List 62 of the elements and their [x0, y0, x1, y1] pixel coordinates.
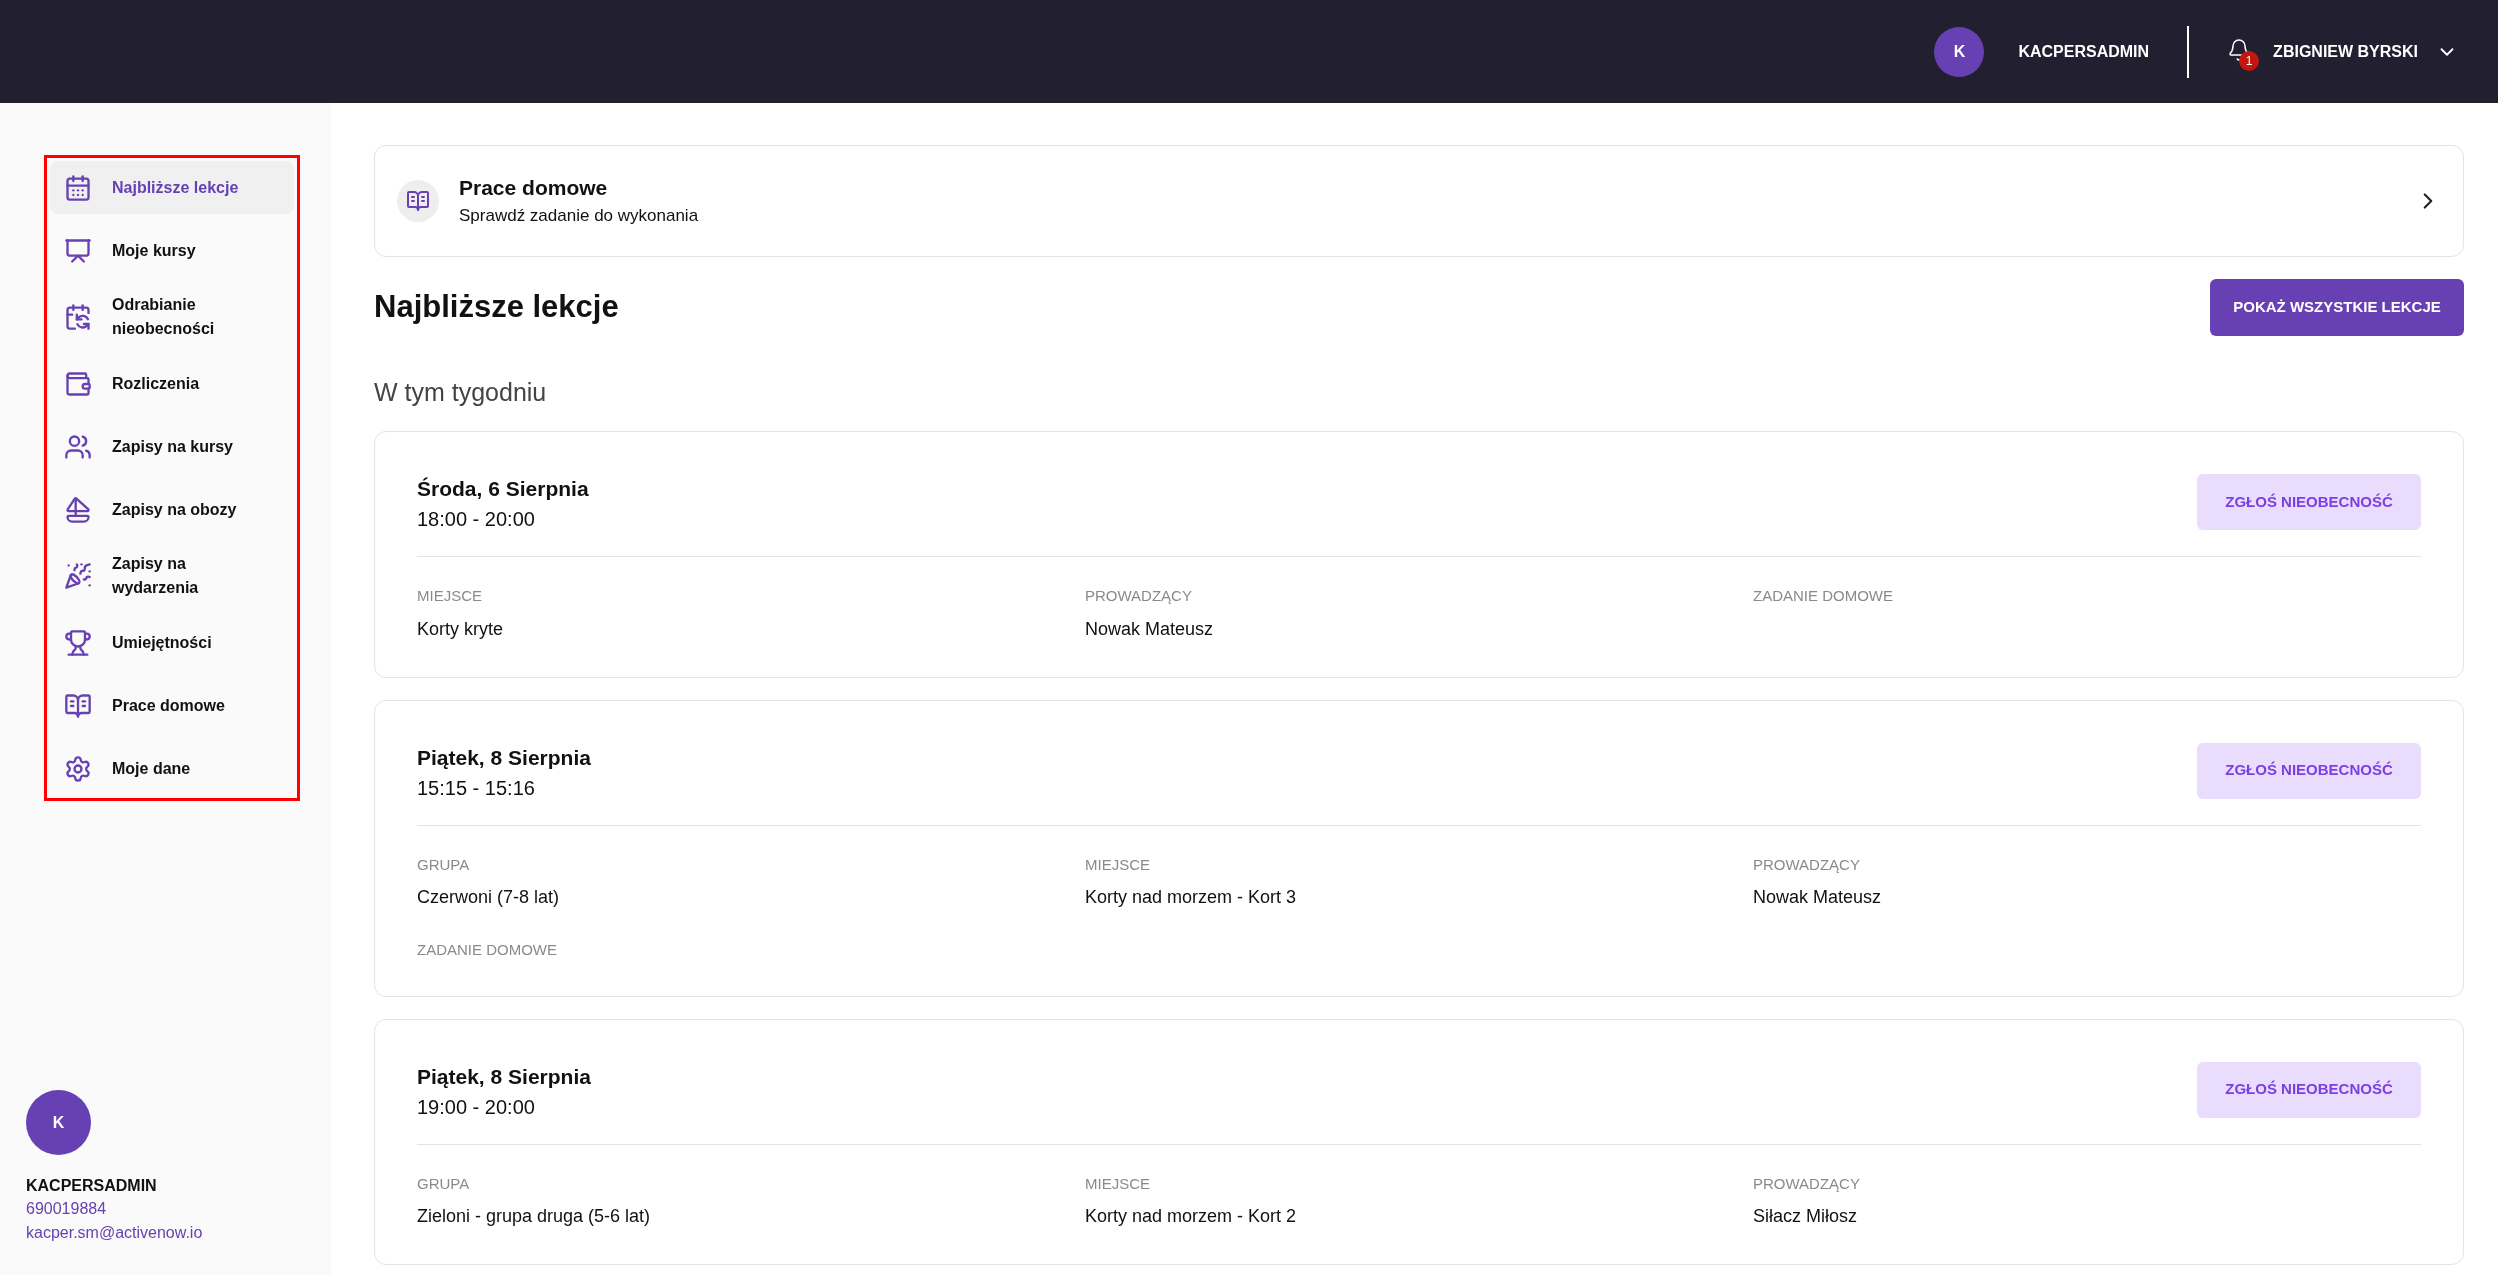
- banner-title: Prace domowe: [459, 175, 609, 201]
- lesson-time: 19:00 - 20:00: [417, 1094, 536, 1120]
- field-label: PROWADZĄCY: [1753, 854, 1861, 875]
- field-value: Korty nad morzem - Kort 3: [1085, 886, 1298, 909]
- field-value: Nowak Mateusz: [1753, 886, 1883, 909]
- sidebar-item[interactable]: Zapisy na wydarzenia: [50, 546, 294, 606]
- homework-banner[interactable]: Prace domowe Sprawdź zadanie do wykonania: [374, 145, 2464, 257]
- settings-icon: [64, 754, 92, 783]
- book-icon: [64, 691, 92, 720]
- field-value: Zieloni - grupa druga (5-6 lat): [417, 1205, 652, 1228]
- sidebar-item[interactable]: Odrabianie nieobecności: [50, 287, 294, 347]
- field-label: PROWADZĄCY: [1753, 1173, 1861, 1194]
- profile-username: KACPERSADMIN: [26, 1176, 158, 1196]
- lesson-time: 18:00 - 20:00: [417, 507, 536, 532]
- profile-email: kacper.sm@activenow.io: [26, 1223, 204, 1243]
- people-icon: [64, 432, 92, 461]
- sailboat-icon: [64, 495, 92, 524]
- field-value: Korty nad morzem - Kort 2: [1085, 1205, 1298, 1228]
- lesson-date: Piątek, 8 Sierpnia: [417, 744, 591, 771]
- field-value: Korty kryte: [417, 617, 505, 641]
- book-icon: [406, 189, 430, 213]
- field-label: MIEJSCE: [417, 586, 483, 606]
- report-absence-button[interactable]: ZGŁOŚ NIEOBECNOŚĆ: [2197, 1061, 2421, 1118]
- report-absence-button[interactable]: ZGŁOŚ NIEOBECNOŚĆ: [2197, 474, 2421, 530]
- wallet-icon: [64, 369, 92, 398]
- field-label: ZADANIE DOMOWE: [417, 940, 558, 960]
- field-value: Nowak Mateusz: [1085, 617, 1215, 641]
- lesson-date: Piątek, 8 Sierpnia: [417, 1063, 591, 1090]
- field-label: PROWADZĄCY: [1085, 586, 1193, 606]
- banner-subtitle: Sprawdź zadanie do wykonania: [459, 205, 700, 227]
- show-all-lessons-button[interactable]: POKAŻ WSZYSTKIE LEKCJE: [2210, 279, 2464, 336]
- field-label: GRUPA: [417, 854, 471, 875]
- username: KACPERSADMIN: [2018, 41, 2150, 62]
- sidebar-item[interactable]: Moje dane: [50, 742, 294, 795]
- sidebar-item[interactable]: Umiejętności: [50, 616, 294, 669]
- party-popper-icon: [64, 562, 92, 590]
- calendar-icon: [64, 173, 92, 202]
- sidebar-item[interactable]: Moje kursy: [50, 224, 294, 277]
- notification-badge: 1: [2239, 50, 2260, 71]
- section-title: W tym tygodniu: [374, 377, 548, 408]
- field-value: Czerwoni (7-8 lat): [417, 886, 561, 909]
- teacher-board-icon: [64, 236, 92, 265]
- sidebar-item[interactable]: Rozliczenia: [50, 357, 294, 410]
- avatar[interactable]: K: [1934, 26, 1985, 77]
- sidebar-item[interactable]: Prace domowe: [50, 679, 294, 732]
- calendar-refresh-icon: [64, 303, 92, 331]
- profile-phone: 690019884: [26, 1199, 108, 1219]
- field-label: ZADANIE DOMOWE: [1753, 586, 1894, 606]
- field-label: GRUPA: [417, 1173, 471, 1194]
- account-menu-button[interactable]: ZBIGNIEW BYRSKI: [2273, 39, 2458, 64]
- lesson-date: Środa, 6 Sierpnia: [417, 476, 589, 502]
- report-absence-button[interactable]: ZGŁOŚ NIEOBECNOŚĆ: [2197, 742, 2421, 799]
- lesson-time: 15:15 - 15:16: [417, 775, 536, 801]
- page-title: Najbliższe lekcje: [374, 288, 619, 327]
- sidebar-item[interactable]: Zapisy na obozy: [50, 483, 294, 536]
- trophy-icon: [64, 628, 92, 657]
- field-label: MIEJSCE: [1085, 854, 1151, 875]
- sidebar-item[interactable]: Najbliższe lekcje: [50, 161, 294, 214]
- field-label: MIEJSCE: [1085, 1173, 1151, 1194]
- sidebar-item[interactable]: Zapisy na kursy: [50, 420, 294, 473]
- profile-avatar: K: [26, 1090, 91, 1155]
- field-value: Siłacz Miłosz: [1753, 1205, 1859, 1228]
